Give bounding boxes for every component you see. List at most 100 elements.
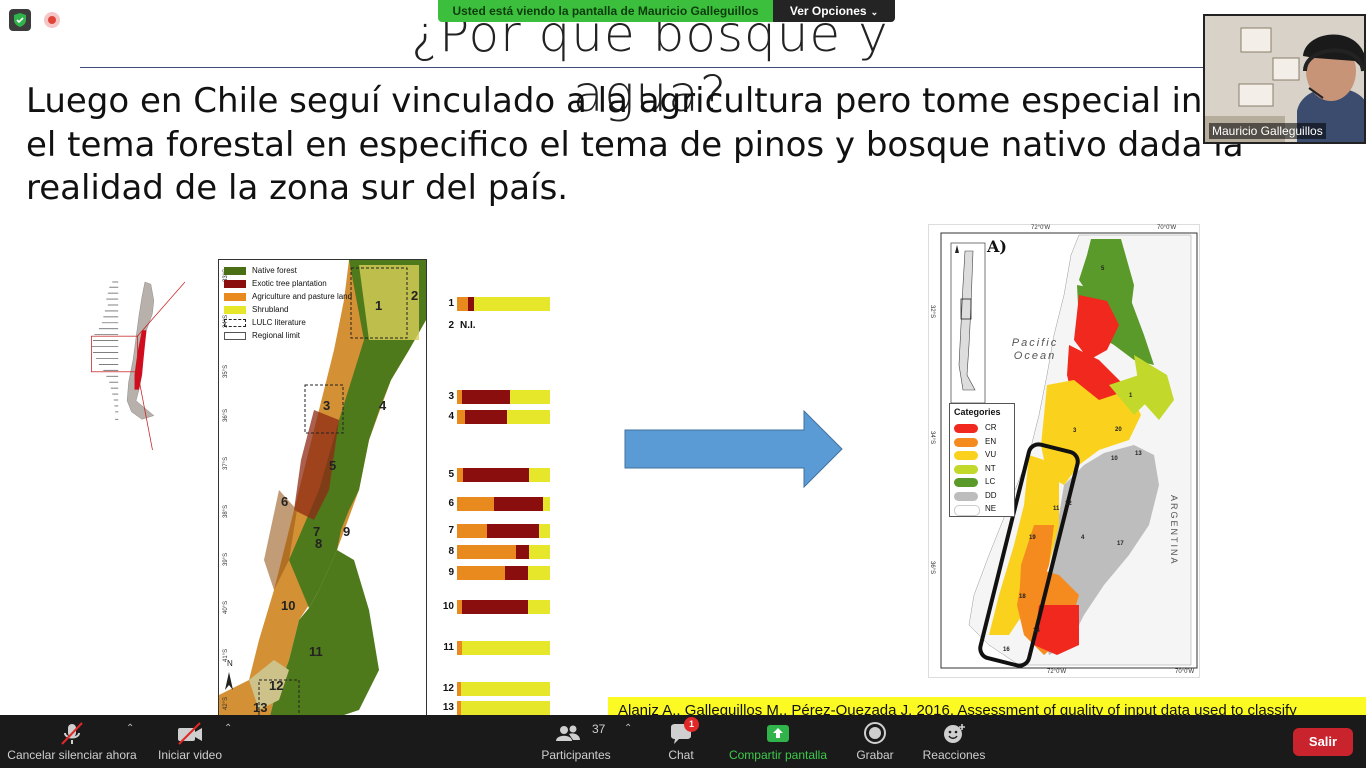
leave-meeting-button[interactable]: Salir [1293,728,1353,756]
reactions-button[interactable]: Reacciones [918,715,990,768]
participant-video-tile[interactable]: Mauricio Galleguillos [1203,14,1366,144]
coord-label: 36°S [929,561,935,575]
bar-segment [462,468,529,482]
audio-options-caret-icon[interactable]: ⌃ [126,723,134,734]
bar-segment [457,545,516,559]
svg-text:12: 12 [1065,501,1072,507]
svg-text:40°S: 40°S [223,601,229,614]
category-legend-item: NT [954,463,1014,475]
reactions-label: Reacciones [922,748,986,762]
category-legend-item: DD [954,490,1014,502]
bar-segment [486,524,539,538]
record-button[interactable]: Grabar [850,715,900,768]
svg-text:N: N [227,659,233,668]
view-options-button[interactable]: Ver Opciones ⌄ [773,0,895,22]
svg-text:8: 8 [315,536,322,551]
category-label: NE [985,504,997,513]
legend-label: Regional limit [252,331,301,340]
svg-text:6: 6 [281,494,288,509]
video-options-caret-icon[interactable]: ⌃ [224,723,232,734]
bar-region-number: 1 [448,298,454,309]
participants-button[interactable]: 37 Participantes [538,715,614,768]
bar-segment [461,641,550,655]
land-use-legend: Native forest Exotic tree plantation Agric… [224,265,352,343]
coord-label: 70°0'W [1157,225,1177,231]
chat-unread-badge: 1 [684,717,699,732]
svg-text:1: 1 [375,298,382,313]
category-label: DD [985,490,997,500]
svg-text:39°S: 39°S [223,553,229,566]
legend-item: Native forest [224,265,352,278]
unmute-button[interactable]: Cancelar silenciar ahora [4,715,140,768]
svg-text:16: 16 [1003,647,1010,653]
bar-region-number: 6 [448,498,454,509]
security-shield-icon[interactable] [9,9,31,31]
bar-segment [461,390,510,404]
category-label: CR [985,423,997,432]
share-screen-label: Compartir pantalla [728,748,828,762]
record-label: Grabar [856,748,894,762]
stacked-bar [457,600,550,614]
bar-segment [507,410,550,424]
svg-text:3: 3 [323,398,330,413]
category-swatch [954,451,978,460]
legend-label: Exotic tree plantation [252,279,327,288]
svg-text:38°S: 38°S [223,505,229,518]
land-use-figure: 1234 5678 9 10 11 12 13 33°S 34°S 35°S 36°S 37… [90,255,550,721]
category-swatch [954,491,978,501]
svg-text:19: 19 [1029,535,1036,541]
bar-segment [465,410,508,424]
stacked-bar [457,497,550,511]
coord-label: 32°S [929,305,935,319]
svg-text:4: 4 [379,398,387,413]
stacked-bar [457,390,550,404]
svg-text:9: 9 [343,524,350,539]
svg-text:35°S: 35°S [223,365,229,378]
stacked-bar [457,410,550,424]
category-swatch [954,437,978,447]
bar-region-number: 5 [448,469,454,480]
bar-region-number: 9 [448,567,454,578]
bar-region-number: 12 [442,683,454,694]
svg-text:5: 5 [329,458,336,473]
bar-segment [527,600,550,614]
participants-count: 37 [592,722,606,736]
svg-text:42°S: 42°S [223,697,229,710]
chat-button[interactable]: 1 Chat [660,715,702,768]
svg-text:11: 11 [309,644,323,659]
bar-segment [494,497,543,511]
unmute-label: Cancelar silenciar ahora [7,748,137,762]
participants-icon [556,725,581,741]
share-screen-button[interactable]: Compartir pantalla [724,715,832,768]
panel-label: A) [987,237,1007,256]
bar-segment [457,410,466,424]
stacked-bar [457,545,550,559]
stacked-bar [457,297,550,311]
country-label: ARGENTINA [1169,495,1179,566]
bar-segment [528,468,550,482]
bar-segment [473,297,550,311]
legend-swatch [224,293,246,301]
legend-item: LULC literature [224,317,352,330]
svg-text:13: 13 [253,700,267,715]
category-swatch [954,464,978,474]
bar-segment [527,566,550,580]
participant-name: Mauricio Galleguillos [1209,123,1326,139]
category-legend-item: NE [954,503,1014,516]
bar-segment [457,497,495,511]
stacked-bar [457,524,550,538]
coord-label: 34°S [929,431,935,445]
participants-options-caret-icon[interactable]: ⌃ [624,723,632,734]
legend-swatch [224,306,246,314]
chile-overview-map [91,281,185,450]
reactions-icon [944,724,965,743]
category-label: NT [985,463,996,473]
ocean-label: Pacific Ocean [1011,337,1059,362]
svg-text:14: 14 [1033,628,1040,634]
category-swatch [954,478,978,487]
start-video-button[interactable]: Iniciar video [150,715,230,768]
bar-region-number: 10 [442,601,454,612]
stacked-bar [457,682,550,696]
category-legend: Categories CR EN VU NT LC DD NE [949,403,1015,517]
participants-label: Participantes [541,748,611,762]
